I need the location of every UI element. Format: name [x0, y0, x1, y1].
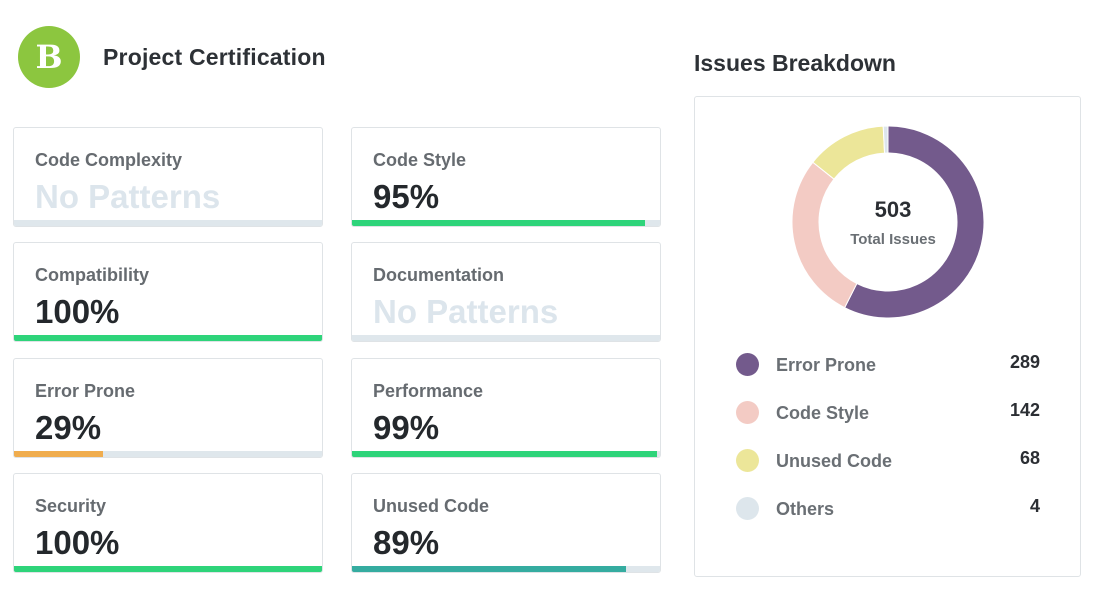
grade-letter: B [35, 38, 63, 76]
progress-bar [352, 451, 660, 457]
legend-count: 142 [1009, 400, 1040, 420]
legend-dot-icon [736, 353, 759, 376]
category-label: Code Complexity [35, 150, 183, 170]
legend-label: Error Prone [776, 355, 877, 375]
progress-bar-fill [14, 566, 322, 572]
category-value: 95% [373, 178, 440, 215]
category-value: 100% [35, 293, 120, 330]
category-value: 100% [35, 524, 120, 561]
progress-bar [14, 220, 322, 226]
category-value: 99% [373, 409, 440, 446]
total-issues-label: Total Issues [850, 231, 936, 248]
header: B Project Certification [18, 26, 326, 88]
legend-dot-icon [736, 449, 759, 472]
grade-badge: B [18, 26, 80, 88]
progress-bar [14, 566, 322, 572]
progress-bar [352, 566, 660, 572]
category-label: Performance [373, 381, 484, 401]
progress-bar-fill [352, 451, 657, 457]
breakdown-panel: 503 Total Issues Error Prone 289 Code Styl… [694, 96, 1081, 577]
category-value: No Patterns [35, 178, 221, 215]
legend-label: Code Style [776, 403, 870, 423]
category-value: No Patterns [373, 293, 559, 330]
legend-dot-icon [736, 401, 759, 424]
donut-slice-others[interactable] [882, 125, 889, 154]
category-card[interactable]: Code Style 95% [351, 127, 661, 227]
category-card[interactable]: Security 100% [13, 473, 323, 573]
progress-bar [14, 451, 322, 457]
progress-bar-fill [352, 566, 627, 572]
category-label: Error Prone [35, 381, 136, 401]
category-card[interactable]: Code Complexity No Patterns [13, 127, 323, 227]
progress-bar-fill [14, 335, 322, 341]
progress-bar [352, 220, 660, 226]
category-label: Code Style [373, 150, 467, 170]
category-card[interactable]: Error Prone 29% [13, 358, 323, 458]
category-label: Security [35, 496, 107, 516]
legend-row[interactable]: Others 4 [736, 494, 1040, 524]
legend-dot-icon [736, 497, 759, 520]
legend-row[interactable]: Unused Code 68 [736, 446, 1040, 476]
category-value: 29% [35, 409, 102, 446]
category-label: Compatibility [35, 265, 150, 285]
category-value: 89% [373, 524, 440, 561]
legend-row[interactable]: Error Prone 289 [736, 350, 1040, 380]
category-card[interactable]: Documentation No Patterns [351, 242, 661, 342]
breakdown-title: Issues Breakdown [694, 50, 896, 76]
category-label: Unused Code [373, 496, 490, 516]
legend-label: Unused Code [776, 451, 893, 471]
legend-label: Others [776, 499, 835, 519]
progress-bar-fill [14, 451, 104, 457]
category-card[interactable]: Unused Code 89% [351, 473, 661, 573]
category-card[interactable]: Performance 99% [351, 358, 661, 458]
page-title: Project Certification [103, 43, 326, 70]
progress-bar [14, 335, 322, 341]
legend-count: 4 [1029, 496, 1040, 516]
category-card[interactable]: Compatibility 100% [13, 242, 323, 342]
total-issues-value: 503 [874, 197, 912, 222]
legend-row[interactable]: Code Style 142 [736, 398, 1040, 428]
donut-slice-unused-code[interactable] [812, 125, 886, 180]
legend-count: 68 [1019, 448, 1040, 468]
progress-bar [352, 335, 660, 341]
legend-count: 289 [1009, 352, 1040, 372]
progress-bar-fill [352, 220, 645, 226]
category-label: Documentation [373, 265, 505, 285]
